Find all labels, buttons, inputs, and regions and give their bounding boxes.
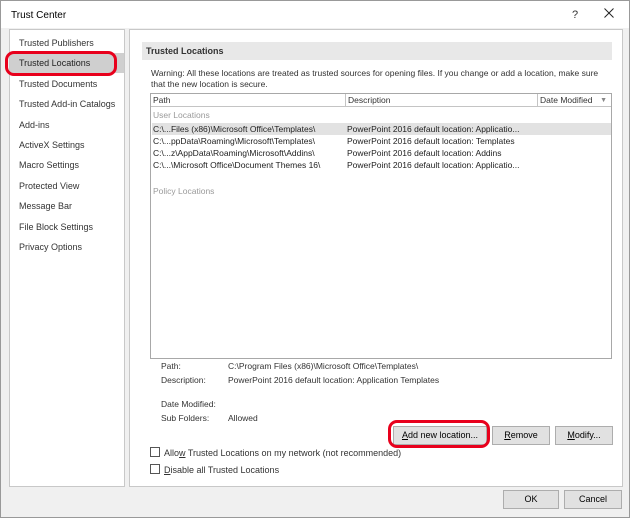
cell-path: C:\...ppData\Roaming\Microsoft\Templates…: [153, 136, 316, 146]
add-new-location-button[interactable]: Add new location...: [393, 426, 487, 445]
help-button[interactable]: ?: [566, 6, 584, 24]
sidebar-item-file-block-settings[interactable]: File Block Settings: [10, 217, 124, 237]
column-header-description[interactable]: Description: [346, 94, 538, 107]
sidebar-item-trusted-documents[interactable]: Trusted Documents: [10, 74, 124, 94]
sidebar-item-trusted-publishers[interactable]: Trusted Publishers: [10, 33, 124, 53]
detail-description-value: PowerPoint 2016 default location: Applic…: [228, 375, 440, 385]
trusted-locations-list[interactable]: Path Description Date Modified ▼ User Lo…: [150, 93, 612, 359]
disable-all-trusted-locations-checkbox[interactable]: Disable all Trusted Locations: [150, 464, 279, 476]
modify-button[interactable]: Modify...: [555, 426, 613, 445]
checkbox-box[interactable]: [150, 464, 160, 474]
sidebar-item-activex-settings[interactable]: ActiveX Settings: [10, 135, 124, 155]
detail-path-value: C:\Program Files (x86)\Microsoft Office\…: [228, 361, 419, 371]
detail-description-label: Description:: [161, 375, 206, 385]
group-label-policy-locations: Policy Locations: [153, 186, 215, 196]
group-label-user-locations: User Locations: [153, 110, 210, 120]
sidebar-item-message-bar[interactable]: Message Bar: [10, 196, 124, 216]
title-bar: Trust Center ?: [1, 1, 629, 28]
table-row[interactable]: C:\...\Microsoft Office\Document Themes …: [152, 159, 611, 171]
table-row[interactable]: C:\...z\AppData\Roaming\Microsoft\Addins…: [152, 147, 611, 159]
window-title: Trust Center: [11, 10, 67, 21]
cell-description: PowerPoint 2016 default location: Addins: [347, 148, 502, 158]
table-row[interactable]: C:\...Files (x86)\Microsoft Office\Templ…: [152, 123, 611, 135]
cell-description: PowerPoint 2016 default location: Applic…: [347, 160, 520, 170]
checkbox-box[interactable]: [150, 447, 160, 457]
cell-path: C:\...z\AppData\Roaming\Microsoft\Addins…: [153, 148, 315, 158]
cell-description: PowerPoint 2016 default location: Applic…: [347, 124, 520, 134]
ok-button[interactable]: OK: [503, 490, 559, 509]
sort-chevron-down-icon: ▼: [600, 97, 607, 104]
cell-path: C:\...Files (x86)\Microsoft Office\Templ…: [153, 124, 316, 134]
main-panel: Trusted Locations Warning: All these loc…: [129, 29, 623, 487]
cell-description: PowerPoint 2016 default location: Templa…: [347, 136, 515, 146]
section-title: Trusted Locations: [142, 42, 612, 60]
sidebar-item-addins[interactable]: Add-ins: [10, 115, 124, 135]
detail-path-label: Path:: [161, 361, 181, 371]
warning-text: Warning: All these locations are treated…: [151, 68, 599, 89]
sidebar-item-trusted-locations[interactable]: Trusted Locations: [10, 53, 124, 73]
sidebar-item-trusted-addin-catalogs[interactable]: Trusted Add-in Catalogs: [10, 94, 124, 114]
sidebar-item-protected-view[interactable]: Protected View: [10, 176, 124, 196]
column-header-path[interactable]: Path: [151, 94, 346, 107]
sidebar: Trusted Publishers Trusted Locations Tru…: [9, 29, 125, 487]
trust-center-dialog: Trust Center ? Trusted Publishers Truste…: [0, 0, 630, 518]
detail-sub-folders-label: Sub Folders:: [161, 413, 210, 423]
close-button[interactable]: [600, 6, 618, 24]
allow-network-locations-checkbox[interactable]: Allow Trusted Locations on my network (n…: [150, 447, 401, 459]
sidebar-item-privacy-options[interactable]: Privacy Options: [10, 237, 124, 257]
sidebar-item-macro-settings[interactable]: Macro Settings: [10, 155, 124, 175]
cancel-button[interactable]: Cancel: [564, 490, 622, 509]
close-icon: [604, 8, 614, 18]
cell-path: C:\...\Microsoft Office\Document Themes …: [153, 160, 321, 170]
remove-button[interactable]: Remove: [492, 426, 550, 445]
detail-sub-folders-value: Allowed: [228, 413, 258, 423]
column-header-date-modified[interactable]: Date Modified ▼: [538, 94, 611, 107]
detail-date-modified-label: Date Modified:: [161, 399, 216, 409]
table-row[interactable]: C:\...ppData\Roaming\Microsoft\Templates…: [152, 135, 611, 147]
